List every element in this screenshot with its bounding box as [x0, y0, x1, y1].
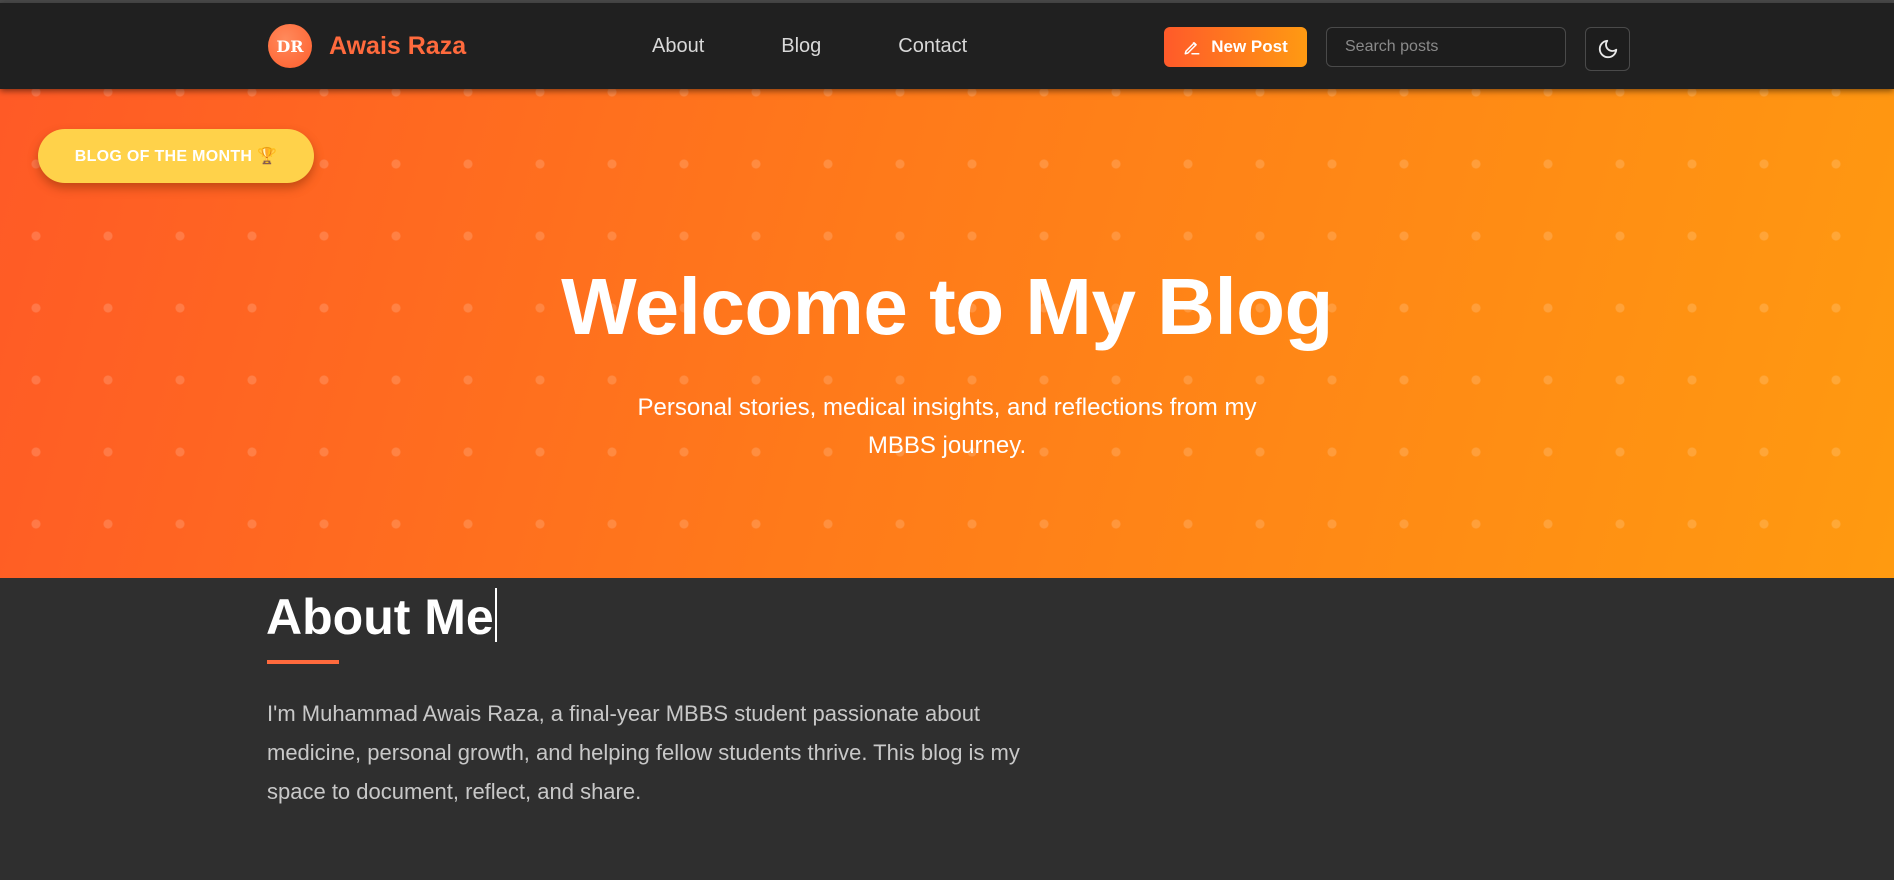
hero-title: Welcome to My Blog — [561, 262, 1333, 351]
moon-icon — [1598, 39, 1617, 59]
about-text: I'm Muhammad Awais Raza, a final-year MB… — [267, 694, 1087, 811]
about-title-text: About Me — [266, 589, 494, 645]
nav-link-contact[interactable]: Contact — [898, 35, 967, 58]
hero-subtitle-line-1: Personal stories, medical insights, and … — [637, 394, 1257, 421]
blog-of-the-month-badge[interactable]: BLOG OF THE MONTH 🏆 — [38, 129, 314, 183]
theme-toggle-button[interactable] — [1585, 27, 1630, 71]
search-input[interactable] — [1326, 27, 1566, 67]
brand-logo[interactable]: DR — [268, 24, 312, 68]
new-post-button[interactable]: New Post — [1164, 27, 1307, 67]
hero-subtitle: Personal stories, medical insights, and … — [597, 389, 1297, 465]
pencil-icon — [1184, 42, 1200, 55]
text-cursor — [494, 588, 497, 642]
brand-name[interactable]: Awais Raza — [329, 32, 466, 61]
about-text-line-1: I'm Muhammad Awais Raza, a final-year MB… — [267, 701, 981, 726]
main-nav: About Blog Contact — [652, 35, 967, 58]
nav-link-blog[interactable]: Blog — [781, 35, 821, 58]
hero-subtitle-line-2: MBBS journey. — [867, 432, 1027, 459]
about-text-line-3: space to document, reflect, and share. — [267, 779, 642, 804]
about-text-line-2: medicine, personal growth, and helping f… — [267, 740, 1020, 765]
nav-link-about[interactable]: About — [652, 35, 704, 58]
about-title-underline — [267, 660, 339, 664]
new-post-label: New Post — [1211, 37, 1288, 56]
navbar: DR Awais Raza About Blog Contact New Pos… — [0, 3, 1894, 89]
hero-section: BLOG OF THE MONTH 🏆 Welcome to My Blog P… — [0, 89, 1894, 578]
brand[interactable]: DR Awais Raza — [268, 24, 466, 68]
about-title: About Me — [266, 588, 497, 646]
